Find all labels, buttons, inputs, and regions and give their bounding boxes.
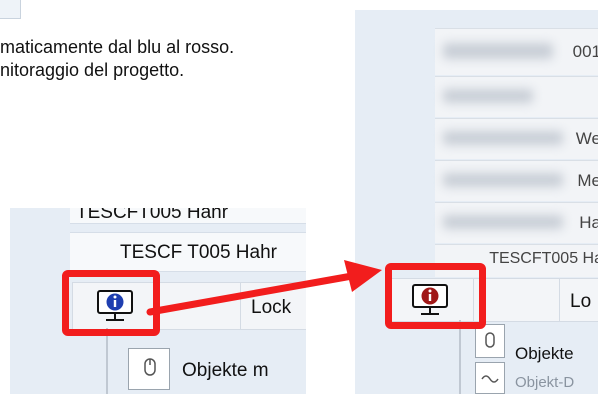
arrow-icon bbox=[146, 260, 382, 316]
